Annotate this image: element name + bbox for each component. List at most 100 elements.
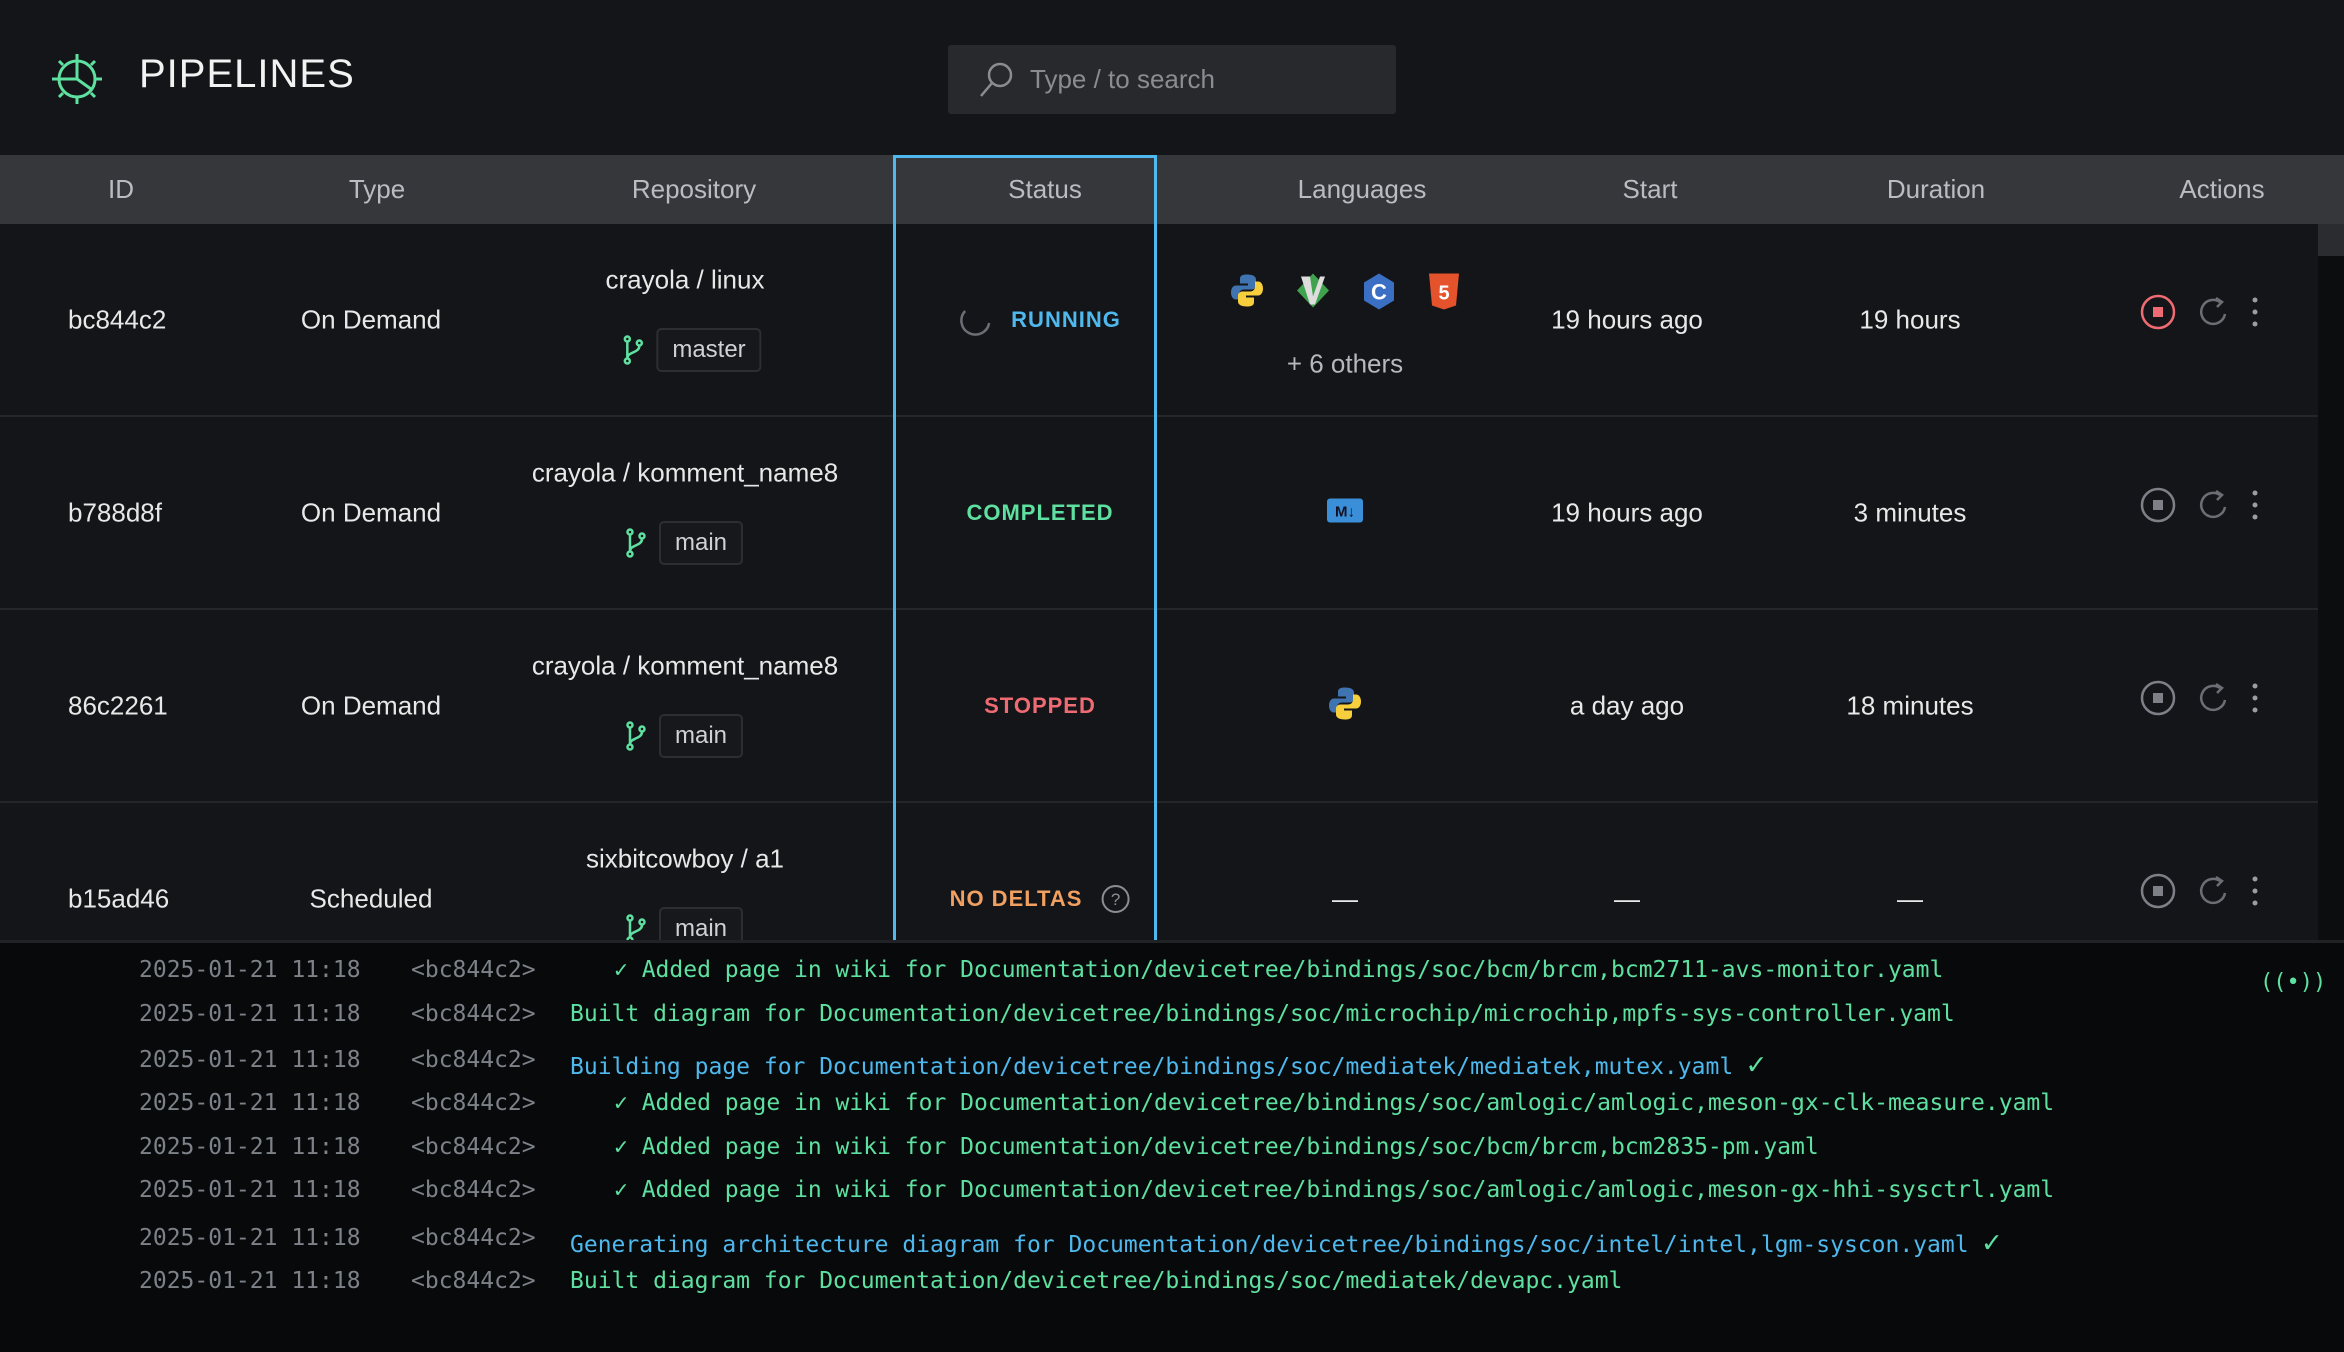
scrollbar-thumb[interactable]	[2318, 224, 2344, 256]
log-message: ✓ Added page in wiki for Documentation/d…	[614, 1134, 1819, 1160]
log-timestamp: 2025-01-21 11:18	[139, 1134, 361, 1160]
column-duration[interactable]: Duration	[1887, 155, 1985, 224]
status-badge: STOPPED	[984, 693, 1096, 718]
git-branch-icon	[626, 721, 646, 751]
column-languages[interactable]: Languages	[1298, 155, 1427, 224]
log-message: Built diagram for Documentation/devicetr…	[570, 1001, 1955, 1027]
log-line: 2025-01-21 11:18 <bc844c2> ✓ Added page in…	[139, 1177, 2054, 1203]
start-time: a day ago	[1569, 690, 1685, 721]
branch-name: master	[656, 328, 762, 372]
stop-button[interactable]	[2140, 294, 2176, 330]
log-timestamp: 2025-01-21 11:18	[139, 1001, 361, 1027]
repository-name[interactable]: sixbitcowboy / a1	[586, 844, 784, 875]
column-type[interactable]: Type	[349, 155, 405, 224]
log-timestamp: 2025-01-21 11:18	[139, 1268, 361, 1294]
rerun-button[interactable]	[2198, 296, 2228, 328]
status-badge: RUNNING	[1011, 307, 1121, 332]
log-pipeline-id: <bc844c2>	[411, 1001, 536, 1027]
help-icon[interactable]: ?	[1100, 884, 1130, 914]
log-message: ✓ Added page in wiki for Documentation/d…	[614, 1090, 2055, 1116]
table-header: ID Type Repository Status Languages Star…	[0, 155, 2344, 224]
pipeline-id[interactable]: b788d8f	[68, 498, 162, 529]
rerun-button[interactable]	[2198, 682, 2228, 714]
column-repository[interactable]: Repository	[632, 155, 756, 224]
log-line: 2025-01-21 11:18 <bc844c2> ✓ Added page in…	[139, 957, 1943, 983]
table-row[interactable]: 86c2261 On Demand crayola / komment_name…	[0, 610, 2318, 803]
row-actions	[2140, 873, 2260, 909]
column-start[interactable]: Start	[1623, 155, 1678, 224]
search-box[interactable]	[948, 45, 1396, 114]
status-cell: STOPPED	[984, 693, 1096, 719]
stop-button[interactable]	[2140, 680, 2176, 716]
svg-text:5: 5	[1438, 283, 1449, 305]
branch: master	[622, 328, 762, 372]
row-actions	[2140, 487, 2260, 523]
rerun-button[interactable]	[2198, 875, 2228, 907]
log-message: Built diagram for Documentation/devicetr…	[570, 1268, 1623, 1294]
log-timestamp: 2025-01-21 11:18	[139, 1090, 361, 1116]
repository-name[interactable]: crayola / komment_name8	[532, 651, 838, 682]
language-icons: C5	[1230, 273, 1460, 316]
repository-name[interactable]: crayola / linux	[606, 265, 765, 296]
language-icons	[1328, 686, 1362, 727]
start-time: —	[1614, 883, 1640, 914]
duration: 18 minutes	[1846, 690, 1974, 721]
column-status[interactable]: Status	[1008, 155, 1082, 224]
log-timestamp: 2025-01-21 11:18	[139, 1177, 361, 1203]
repository-name[interactable]: crayola / komment_name8	[532, 458, 838, 489]
search-input[interactable]	[1030, 45, 1380, 114]
svg-text:M↓: M↓	[1335, 504, 1355, 521]
more-options-button[interactable]	[2250, 489, 2260, 521]
log-line: 2025-01-21 11:18 <bc844c2> ✓ Added page in…	[139, 1134, 1819, 1160]
column-id[interactable]: ID	[108, 155, 134, 224]
log-line: 2025-01-21 11:18 <bc844c2> Built diagram f…	[139, 1001, 1955, 1027]
log-pipeline-id: <bc844c2>	[411, 1225, 536, 1251]
git-branch-icon	[626, 528, 646, 558]
start-time: 19 hours ago	[1551, 304, 1703, 335]
row-actions	[2140, 680, 2260, 716]
start-time: 19 hours ago	[1551, 497, 1703, 528]
more-options-button[interactable]	[2250, 682, 2260, 714]
pipeline-type: Scheduled	[309, 883, 433, 914]
spinner-icon	[960, 310, 991, 336]
other-languages-count[interactable]: + 6 others	[1287, 349, 1403, 380]
check-icon: ✓	[1982, 1225, 2001, 1260]
log-timestamp: 2025-01-21 11:18	[139, 1047, 361, 1073]
languages-empty: —	[1332, 883, 1358, 914]
search-icon	[980, 62, 1013, 97]
branch: main	[625, 521, 744, 565]
python-icon	[1328, 686, 1362, 727]
log-line: 2025-01-21 11:18 <bc844c2> Building page f…	[139, 1047, 1765, 1082]
rerun-button[interactable]	[2198, 489, 2228, 521]
log-line: 2025-01-21 11:18 <bc844c2> ✓ Added page in…	[139, 1090, 2054, 1116]
stop-button[interactable]	[2140, 487, 2176, 523]
pipeline-id[interactable]: b15ad46	[68, 884, 169, 915]
log-pipeline-id: <bc844c2>	[411, 1177, 536, 1203]
branch-name: main	[658, 714, 744, 758]
more-options-button[interactable]	[2250, 875, 2260, 907]
log-pipeline-id: <bc844c2>	[411, 1090, 536, 1116]
branch-name: main	[658, 521, 744, 565]
broadcast-icon[interactable]: ((•))	[2260, 970, 2326, 995]
pipeline-id[interactable]: bc844c2	[68, 305, 166, 336]
duration: —	[1897, 883, 1923, 914]
markdown-icon: M↓	[1327, 498, 1363, 528]
header: PIPELINES	[0, 0, 2344, 155]
vim-icon	[1296, 273, 1330, 316]
page-title: PIPELINES	[139, 52, 355, 96]
log-pipeline-id: <bc844c2>	[411, 957, 536, 983]
table-row[interactable]: bc844c2 On Demand crayola / linux master…	[0, 224, 2318, 417]
stop-button[interactable]	[2140, 873, 2176, 909]
pipeline-id[interactable]: 86c2261	[68, 691, 168, 722]
log-message: ✓ Added page in wiki for Documentation/d…	[614, 957, 1944, 983]
more-options-button[interactable]	[2250, 296, 2260, 328]
table-row[interactable]: b788d8f On Demand crayola / komment_name…	[0, 417, 2318, 610]
scrollbar[interactable]	[2318, 224, 2344, 940]
log-pipeline-id: <bc844c2>	[411, 1268, 536, 1294]
log-pipeline-id: <bc844c2>	[411, 1134, 536, 1160]
log-line: 2025-01-21 11:18 <bc844c2> Generating arch…	[139, 1225, 2001, 1260]
duration: 19 hours	[1859, 304, 1961, 335]
status-cell: NO DELTAS ?	[950, 884, 1131, 914]
log-message: Building page for Documentation/devicetr…	[570, 1054, 1734, 1080]
python-icon	[1230, 273, 1264, 316]
